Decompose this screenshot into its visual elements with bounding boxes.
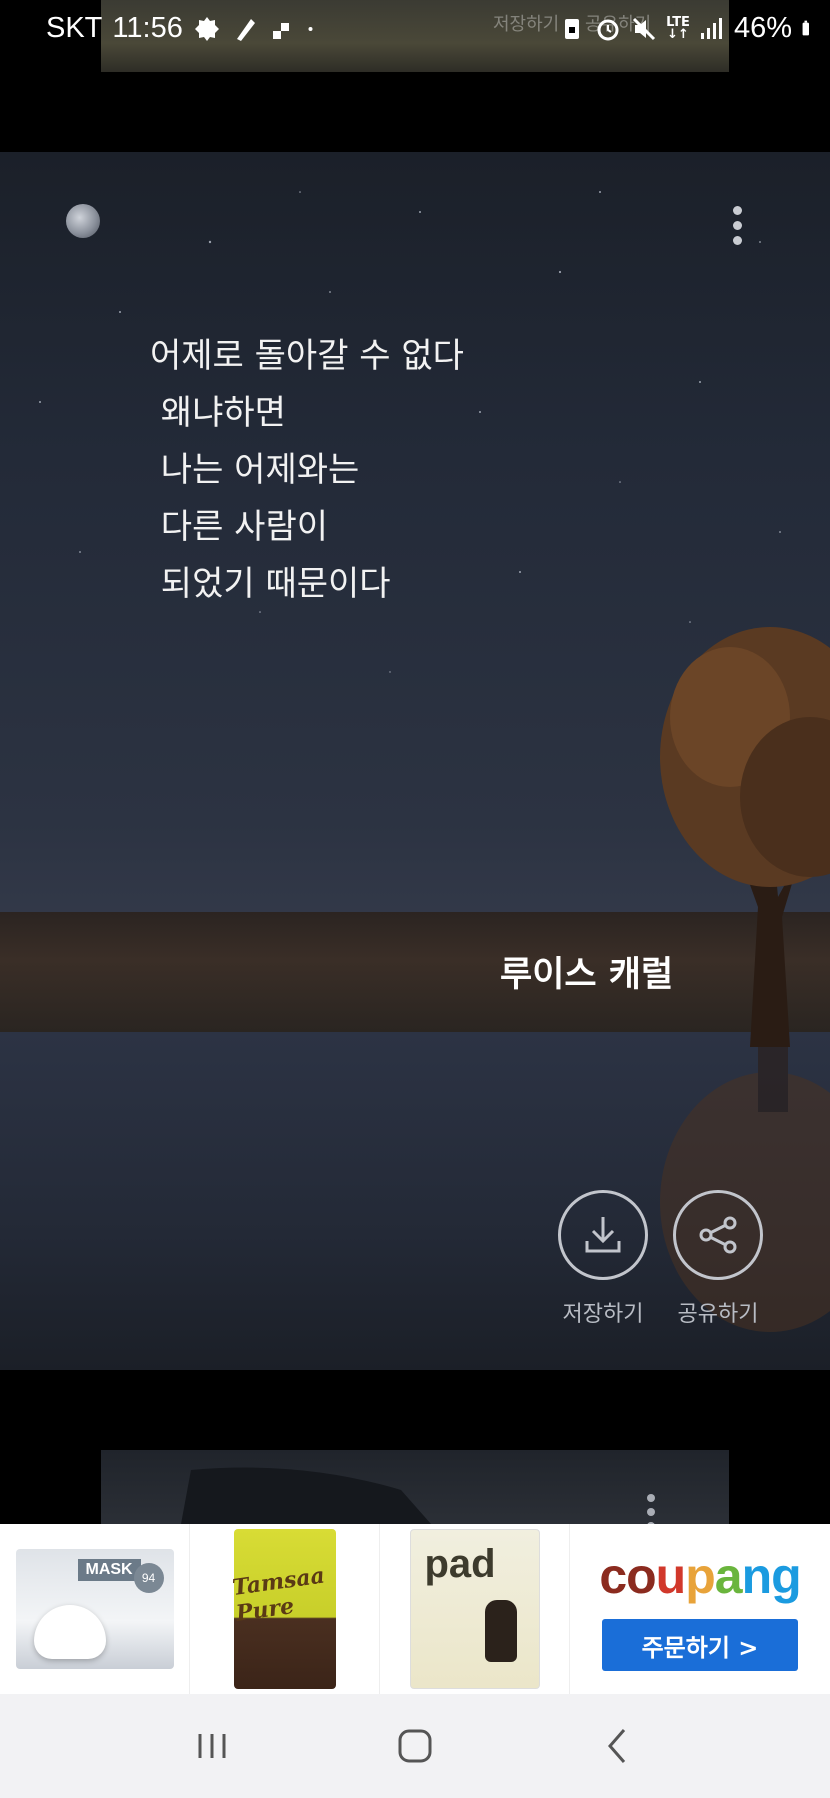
ad-product-mask[interactable]: MASK 94 (0, 1524, 190, 1694)
quote-author: 루이스 캐럴 (500, 955, 674, 995)
battery-icon (802, 20, 809, 35)
back-icon[interactable] (588, 1716, 648, 1776)
ad-product-pure[interactable]: Tamsaa Pure (190, 1524, 380, 1694)
order-button[interactable]: 주문하기 > (602, 1619, 798, 1671)
product-name: MASK (77, 1559, 141, 1581)
share-button[interactable]: 공유하기 (668, 1190, 768, 1328)
download-icon[interactable] (558, 1190, 648, 1280)
coupang-logo: coupang (599, 1548, 801, 1604)
more-vert-icon[interactable] (731, 206, 743, 250)
battery-percent: 46% (733, 12, 792, 44)
sim-icon (565, 18, 580, 39)
carrier: SKT (46, 12, 103, 44)
alarm-icon (597, 19, 619, 40)
ad-product-pad[interactable]: pad (380, 1524, 570, 1694)
coupang-ad[interactable]: coupang 주문하기 > (570, 1524, 830, 1694)
quote-line: 나는 어제와는 (150, 450, 360, 490)
feather-icon (236, 18, 255, 41)
pure-product-image: Tamsaa Pure (230, 1529, 336, 1689)
ghost-save-label: 저장하기 (493, 14, 560, 35)
save-button[interactable]: 저장하기 (553, 1190, 653, 1328)
status-right: LTE ↓↑ 46% (558, 12, 818, 45)
network-type: LTE ↓↑ (666, 14, 690, 42)
pad-product-image: pad (409, 1529, 540, 1689)
quote-card: 어제로 돌아갈 수 없다 왜냐하면 나는 어제와는 다른 사람이 되었기 때문이… (0, 152, 830, 1370)
gear-badge-icon (194, 16, 219, 41)
save-label: 저장하기 (562, 1302, 644, 1327)
share-icon[interactable] (673, 1190, 763, 1280)
moon-icon (66, 204, 100, 238)
product-name: Tamsaa Pure (230, 1562, 326, 1627)
status-left: SKT 11:56 (46, 12, 321, 45)
mask-product-image: MASK 94 (15, 1549, 174, 1669)
quote-line: 어제로 돌아갈 수 없다 (150, 336, 464, 376)
recent-apps-icon[interactable] (182, 1716, 242, 1776)
status-bar: 저장하기 공유하기 SKT 11:56 LTE ↓↑ 46% (0, 0, 830, 72)
quote-line: 되었기 때문이다 (150, 564, 391, 604)
navigation-bar (0, 1694, 830, 1798)
signal-icon (700, 17, 722, 39)
mute-icon (633, 17, 656, 40)
share-label: 공유하기 (677, 1302, 759, 1327)
dot-icon (308, 26, 313, 31)
product-badge: 94 (133, 1563, 164, 1593)
quote-line: 왜냐하면 (150, 393, 286, 433)
home-icon[interactable] (385, 1716, 445, 1776)
next-card-image (181, 1467, 431, 1524)
ad-banner[interactable]: MASK 94 Tamsaa Pure pad coupang 주문하기 > (0, 1524, 830, 1694)
product-name: pad (424, 1542, 496, 1586)
steps-icon (272, 22, 289, 39)
quote-text: 어제로 돌아갈 수 없다 왜냐하면 나는 어제와는 다른 사람이 되었기 때문이… (150, 328, 464, 613)
clock: 11:56 (112, 12, 183, 44)
more-vert-icon[interactable] (647, 1494, 655, 1524)
quote-line: 다른 사람이 (150, 507, 329, 547)
next-card-peek[interactable] (101, 1450, 729, 1524)
